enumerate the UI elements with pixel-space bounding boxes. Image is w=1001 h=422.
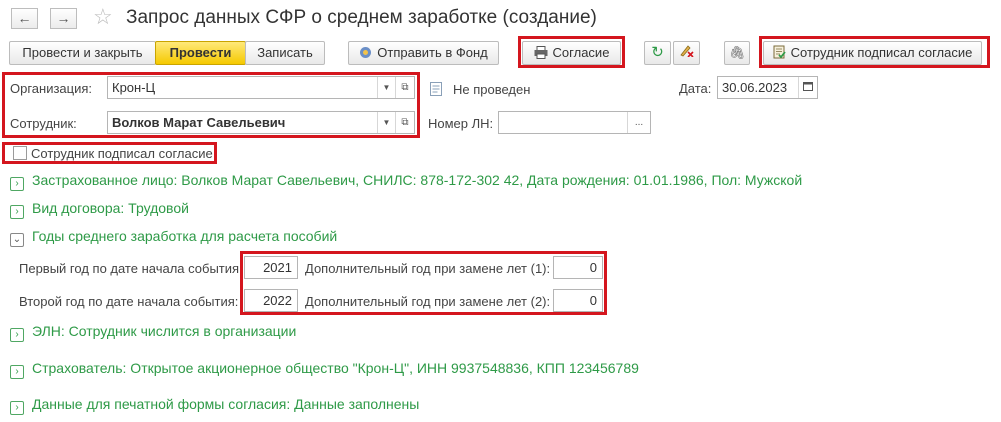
group-print-form-data[interactable]: › Данные для печатной формы согласия: Дан… [10, 396, 419, 415]
refresh-icon: ↻ [651, 44, 664, 61]
document-status-icon [430, 82, 442, 99]
send-to-fund-button[interactable]: Отправить в Фонд [348, 41, 499, 65]
arrow-right-icon: → [56, 10, 71, 26]
group-contract-type-text: Вид договора: Трудовой [32, 200, 189, 216]
group-insurer[interactable]: › Страхователь: Открытое акционерное обще… [10, 360, 639, 379]
group-average-earnings-years[interactable]: ⌄ Годы среднего заработка для расчета пос… [10, 228, 337, 247]
group-eln[interactable]: › ЭЛН: Сотрудник числится в организации [10, 323, 296, 342]
dropdown-arrow-icon[interactable]: ▼ [377, 77, 395, 98]
employee-label: Сотрудник: [10, 116, 77, 131]
paperclip-icon: 🖇 [728, 45, 746, 60]
post-button[interactable]: Провести [155, 41, 246, 65]
group-contract-type[interactable]: › Вид договора: Трудовой [10, 200, 189, 219]
group-print-form-data-text: Данные для печатной формы согласия: Данн… [32, 396, 420, 412]
extra-year-2-label: Дополнительный год при замене лет (2): [305, 294, 551, 309]
employee-signed-consent-label: Сотрудник подписал согласие [790, 45, 973, 60]
employee-field[interactable]: Волков Марат Савельевич ▼ ⧉ [107, 111, 415, 134]
chevron-right-icon[interactable]: › [10, 328, 24, 342]
organization-field[interactable]: Крон-Ц ▼ ⧉ [107, 76, 415, 99]
forward-button[interactable]: → [50, 8, 77, 29]
open-icon[interactable]: ⧉ [395, 77, 414, 98]
post-and-close-button[interactable]: Провести и закрыть [9, 41, 156, 65]
chevron-right-icon[interactable]: › [10, 177, 24, 191]
second-year-label: Второй год по дате начала события: [19, 294, 239, 309]
group-eln-text: ЭЛН: Сотрудник числится в организации [32, 323, 297, 339]
chevron-right-icon[interactable]: › [10, 365, 24, 379]
fund-icon [359, 44, 372, 66]
consent-checkbox[interactable] [13, 146, 27, 160]
signed-document-icon [773, 44, 786, 66]
chevron-right-icon[interactable]: › [10, 401, 24, 415]
save-button[interactable]: Записать [245, 41, 325, 65]
dropdown-arrow-icon[interactable]: ▼ [377, 112, 395, 133]
calendar-icon[interactable] [798, 77, 817, 98]
chevron-down-icon[interactable]: ⌄ [10, 233, 24, 247]
attach-button[interactable]: 🖇 [724, 41, 750, 65]
refresh-button[interactable]: ↻ [644, 41, 671, 65]
ln-number-label: Номер ЛН: [428, 116, 494, 131]
employee-value: Волков Марат Савельевич [112, 115, 286, 130]
status-text: Не проведен [453, 82, 531, 97]
favorite-star-icon[interactable]: ☆ [93, 5, 113, 29]
extra-year-1-label: Дополнительный год при замене лет (1): [305, 261, 551, 276]
group-average-earnings-years-text: Годы среднего заработка для расчета посо… [32, 228, 338, 244]
group-insured-person[interactable]: › Застрахованное лицо: Волков Марат Савел… [10, 172, 802, 191]
first-year-field[interactable]: 2021 [244, 256, 298, 279]
date-label: Дата: [679, 81, 712, 96]
select-button[interactable]: ... [627, 112, 650, 133]
organization-label: Организация: [10, 81, 93, 96]
printer-icon [534, 44, 548, 66]
back-button[interactable]: ← [11, 8, 38, 29]
send-to-fund-label: Отправить в Фонд [377, 45, 488, 60]
arrow-left-icon: ← [17, 10, 32, 26]
second-year-field[interactable]: 2022 [244, 289, 298, 312]
page-title: Запрос данных СФР о среднем заработке (с… [126, 7, 597, 28]
organization-value: Крон-Ц [112, 80, 156, 95]
chevron-right-icon[interactable]: › [10, 205, 24, 219]
consent-label: Согласие [552, 45, 610, 60]
extra-year-2-field[interactable]: 0 [553, 289, 603, 312]
open-icon[interactable]: ⧉ [395, 112, 414, 133]
employee-signed-consent-button[interactable]: Сотрудник подписал согласие [763, 41, 982, 65]
clear-edit-button[interactable] [673, 41, 700, 65]
group-insurer-text: Страхователь: Открытое акционерное общес… [32, 360, 639, 376]
date-value: 30.06.2023 [722, 80, 788, 95]
consent-checkbox-label: Сотрудник подписал согласие [31, 146, 213, 161]
date-field[interactable]: 30.06.2023 [717, 76, 818, 99]
consent-print-button[interactable]: Согласие [522, 41, 621, 65]
group-insured-person-text: Застрахованное лицо: Волков Марат Савель… [32, 172, 803, 188]
extra-year-1-field[interactable]: 0 [553, 256, 603, 279]
first-year-label: Первый год по дате начала события: [19, 261, 243, 276]
edit-cross-icon [679, 45, 694, 60]
ln-number-field[interactable]: ... [498, 111, 651, 134]
